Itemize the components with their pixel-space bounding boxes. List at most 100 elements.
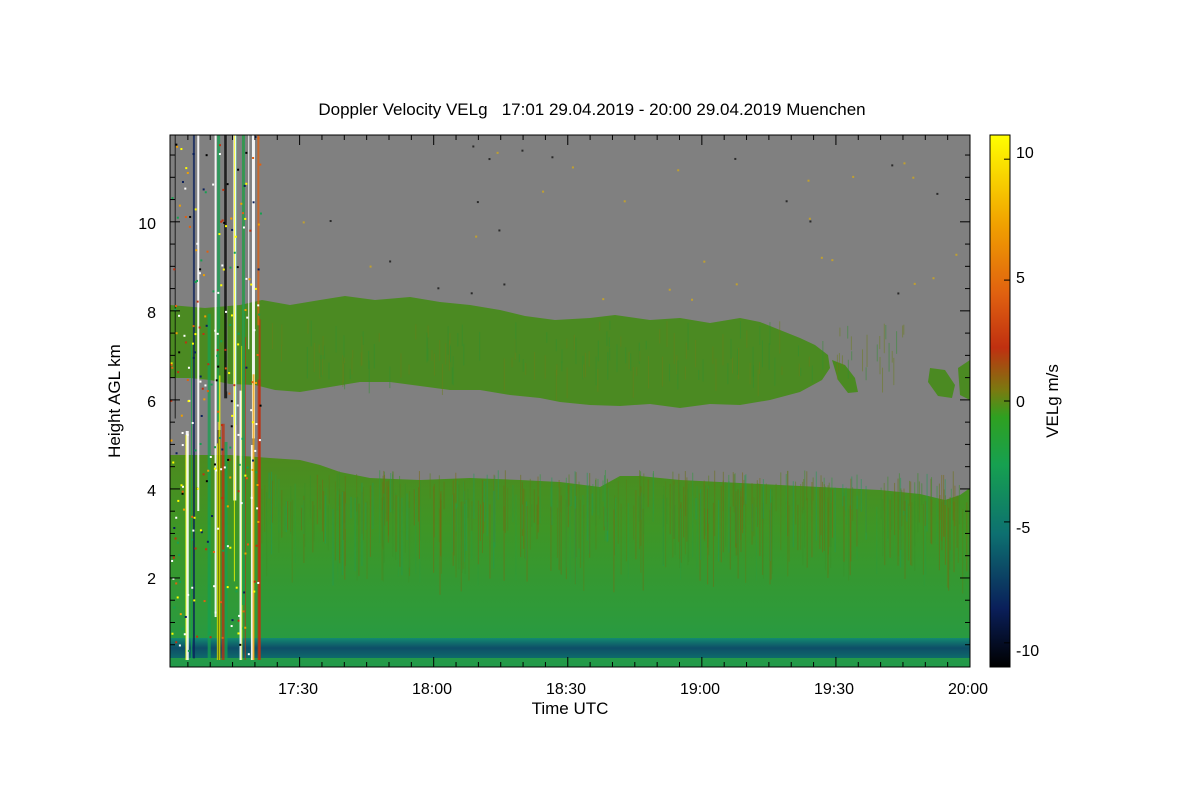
noise-speckle: [217, 291, 220, 294]
noise-speckle: [247, 653, 250, 656]
velocity-streak: [365, 502, 367, 530]
velocity-streak: [582, 495, 584, 562]
velocity-streak: [321, 359, 323, 376]
colorbar-tick-label: -10: [1016, 643, 1039, 660]
noise-column: [257, 135, 260, 326]
velocity-streak: [889, 499, 891, 558]
velocity-streak: [522, 504, 524, 530]
velocity-streak: [531, 504, 533, 527]
velocity-streak: [891, 350, 893, 363]
velocity-streak: [785, 473, 787, 536]
velocity-streak: [458, 484, 460, 570]
velocity-streak: [891, 494, 893, 530]
noise-speckle: [171, 197, 174, 200]
noise-speckle: [245, 277, 248, 280]
velocity-streak: [924, 501, 926, 526]
velocity-streak: [815, 471, 817, 541]
noise-speckle: [191, 515, 194, 518]
velocity-streak: [636, 367, 638, 376]
velocity-streak: [865, 367, 867, 381]
noise-speckle: [785, 200, 788, 203]
velocity-streak: [914, 482, 916, 571]
noise-speckle: [217, 527, 220, 530]
velocity-streak: [275, 474, 277, 508]
noise-speckle: [212, 183, 215, 186]
noise-speckle: [187, 649, 190, 652]
velocity-streak: [685, 342, 687, 359]
noise-speckle: [173, 268, 176, 271]
velocity-streak: [956, 495, 958, 548]
velocity-streak: [787, 470, 789, 537]
velocity-streak: [479, 331, 481, 361]
velocity-streak: [486, 474, 488, 536]
noise-speckle: [196, 300, 199, 303]
velocity-streak: [334, 481, 336, 561]
velocity-streak: [918, 481, 920, 523]
colorbar-label: VELg m/s: [1043, 364, 1062, 438]
noise-speckle: [181, 180, 184, 183]
velocity-streak: [954, 485, 956, 527]
noise-speckle: [213, 585, 216, 588]
noise-speckle: [228, 392, 231, 395]
noise-speckle: [171, 366, 174, 369]
noise-speckle: [200, 259, 203, 262]
velocity-streak: [625, 347, 627, 364]
velocity-streak: [788, 505, 790, 562]
velocity-streak: [360, 352, 362, 366]
velocity-streak: [727, 363, 729, 385]
noise-speckle: [205, 324, 208, 327]
noise-speckle: [221, 636, 224, 639]
velocity-streak: [896, 331, 898, 354]
noise-speckle: [215, 469, 218, 472]
velocity-streak: [533, 352, 535, 380]
velocity-streak: [350, 496, 352, 519]
noise-speckle: [259, 163, 262, 166]
velocity-streak: [666, 497, 668, 524]
velocity-streak: [647, 479, 649, 508]
noise-speckle: [191, 586, 194, 589]
velocity-streak: [661, 356, 663, 387]
velocity-streak: [497, 470, 499, 500]
velocity-streak: [477, 500, 479, 565]
velocity-streak: [443, 481, 445, 510]
velocity-streak: [379, 470, 381, 543]
noise-speckle: [200, 531, 203, 534]
noise-speckle: [176, 145, 179, 148]
noise-speckle: [231, 414, 234, 417]
noise-speckle: [237, 343, 240, 346]
noise-speckle: [240, 202, 243, 205]
velocity-streak: [471, 501, 473, 531]
velocity-streak: [795, 481, 797, 525]
x-tick-label: 19:30: [814, 681, 854, 698]
velocity-streak: [866, 334, 868, 367]
noise-column: [252, 374, 255, 660]
velocity-streak: [707, 488, 709, 531]
velocity-streak: [849, 505, 851, 576]
noise-speckle: [198, 326, 201, 329]
velocity-streak: [733, 474, 735, 513]
velocity-streak: [926, 473, 928, 532]
velocity-streak: [941, 501, 943, 551]
noise-speckle: [235, 590, 238, 593]
noise-speckle: [182, 508, 185, 511]
noise-column: [233, 135, 235, 582]
velocity-streak: [620, 336, 622, 347]
noise-speckle: [220, 468, 223, 471]
velocity-streak: [774, 357, 776, 386]
velocity-streak: [797, 504, 799, 551]
noise-speckle: [196, 242, 199, 245]
velocity-streak: [387, 486, 389, 543]
velocity-streak: [325, 487, 327, 527]
velocity-streak: [910, 481, 912, 566]
noise-speckle: [245, 151, 248, 154]
velocity-streak: [515, 322, 517, 353]
velocity-streak: [883, 482, 885, 511]
velocity-streak: [708, 485, 710, 524]
velocity-streak: [464, 502, 466, 574]
noise-speckle: [228, 372, 231, 375]
velocity-streak: [328, 475, 330, 504]
x-axis-label: Time UTC: [532, 699, 609, 718]
velocity-streak: [399, 475, 401, 551]
noise-speckle: [180, 484, 183, 487]
velocity-streak: [366, 501, 368, 580]
